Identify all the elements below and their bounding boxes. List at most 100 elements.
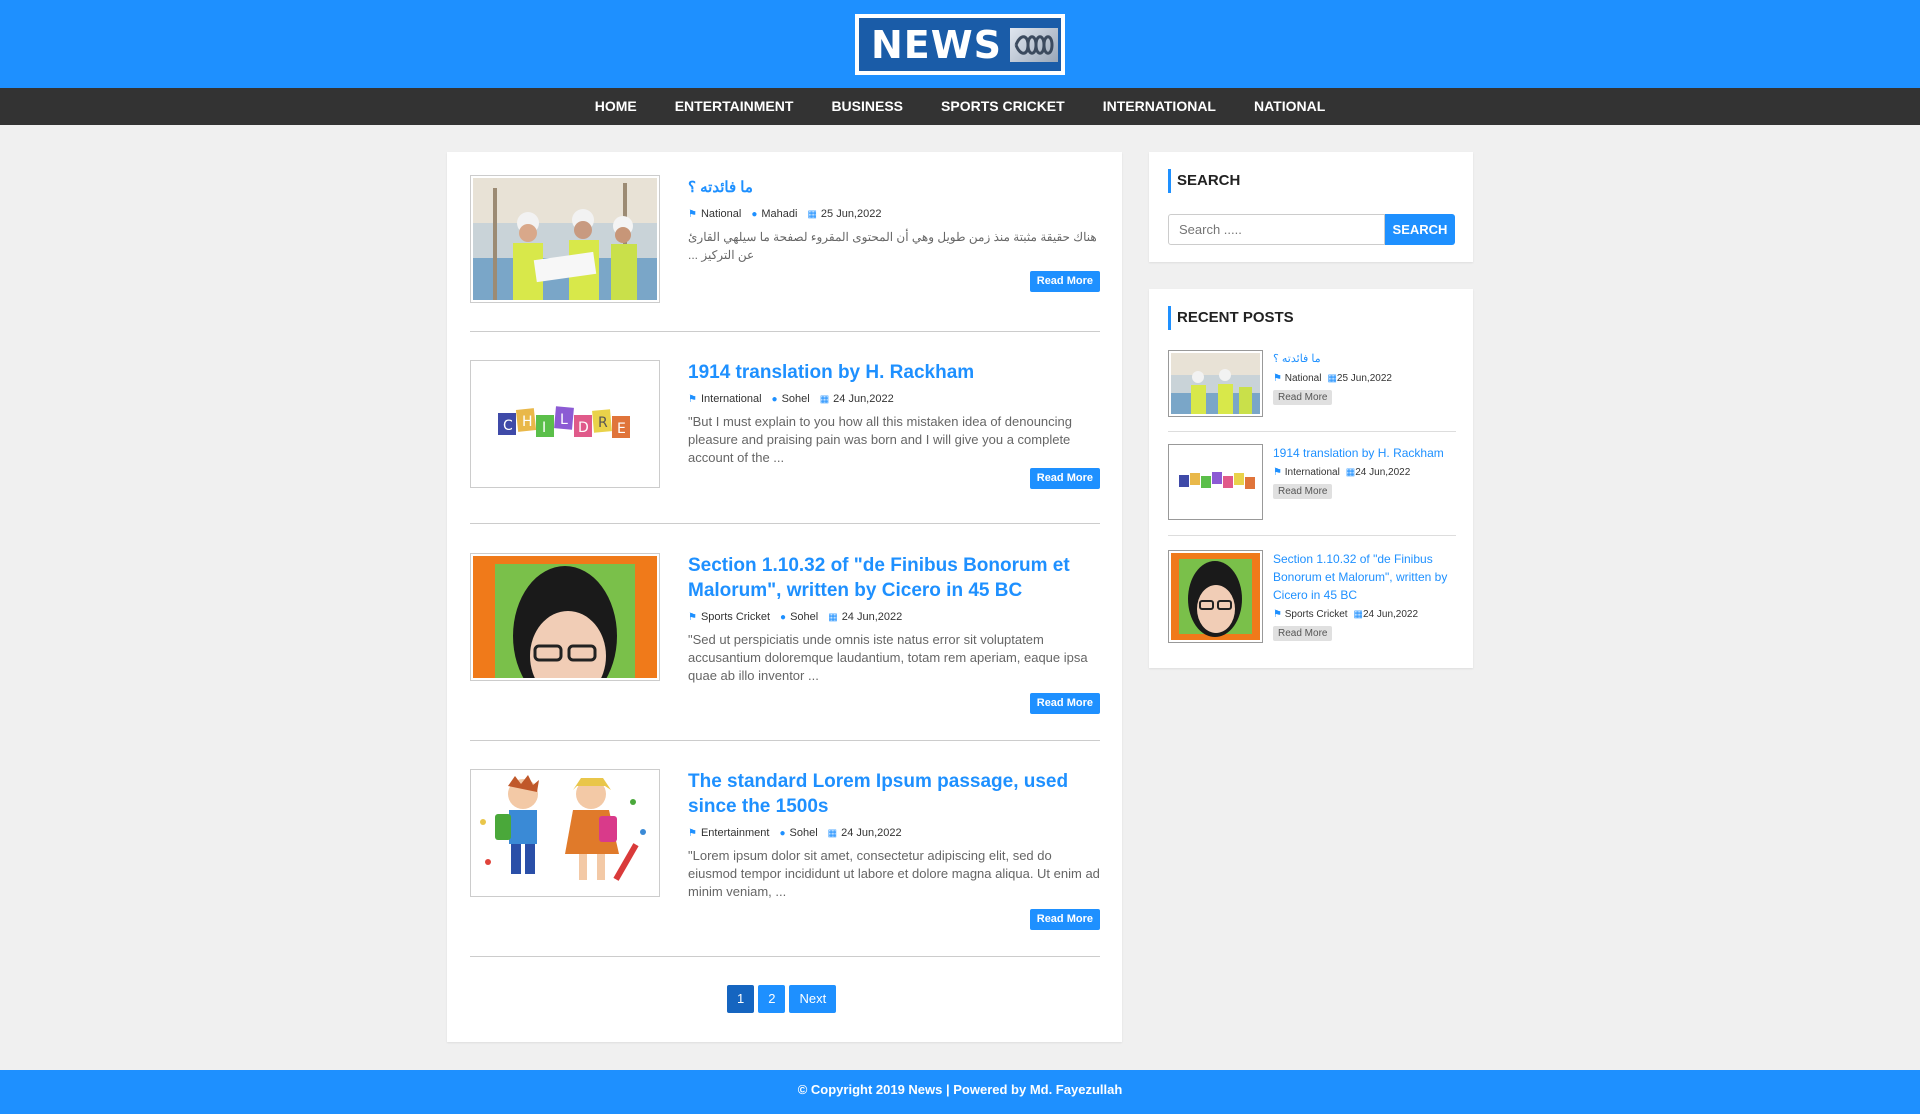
user-icon: ● — [780, 611, 787, 623]
post-title[interactable]: Section 1.10.32 of "de Finibus Bonorum e… — [688, 553, 1100, 603]
recent-post-item: 1914 translation by H. Rackham ⚑ Interna… — [1168, 444, 1456, 520]
svg-text:R: R — [598, 415, 608, 431]
post-thumbnail[interactable] — [470, 769, 660, 897]
read-more-button[interactable]: Read More — [1029, 693, 1100, 714]
post-meta: ⚑ Entertainment ● Sohel ▦ 24 Jun,2022 — [688, 827, 1100, 839]
recent-post-date: ▦24 Jun,2022 — [1354, 609, 1419, 620]
recent-read-more-button[interactable]: Read More — [1273, 626, 1333, 641]
post-author: ● Sohel — [772, 393, 810, 405]
tag-icon: ⚑ — [688, 827, 697, 839]
search-button[interactable]: SEARCH — [1385, 214, 1455, 245]
recent-category-label: National — [1284, 373, 1322, 384]
recent-post-date: ▦24 Jun,2022 — [1346, 467, 1411, 478]
calendar-icon: ▦ — [1345, 467, 1356, 478]
post-excerpt: هناك حقيقة مثبتة منذ زمن طويل وهي أن الم… — [688, 230, 1097, 262]
post-meta: ⚑ International ● Sohel ▦ 24 Jun,2022 — [688, 393, 1100, 405]
girl-portrait-image — [1171, 553, 1260, 640]
recent-post-title[interactable]: 1914 translation by H. Rackham — [1273, 444, 1456, 462]
children-letters-image — [1171, 447, 1260, 517]
post-thumbnail[interactable] — [470, 553, 660, 681]
tag-icon: ⚑ — [1273, 467, 1282, 478]
post-meta: ⚑ Sports Cricket ● Sohel ▦ 24 Jun,2022 — [688, 611, 1100, 623]
post-body: 1914 translation by H. Rackham ⚑ Internat… — [688, 360, 1100, 467]
nav-item-home[interactable]: HOME — [576, 88, 656, 125]
post-author: ● Mahadi — [751, 208, 797, 220]
calendar-icon: ▦ — [828, 611, 838, 623]
user-icon: ● — [751, 208, 758, 220]
post-category-label: International — [700, 393, 762, 405]
nav-item-entertainment[interactable]: ENTERTAINMENT — [656, 88, 813, 125]
post-item: ما فائدته ؟ ⚑ National ● Mahadi ▦ 25 Jun,20… — [470, 175, 1100, 305]
recent-post-meta: ⚑ International ▦24 Jun,2022 — [1273, 467, 1456, 478]
post-category[interactable]: ⚑ National — [688, 208, 741, 220]
calendar-icon: ▦ — [1327, 373, 1337, 384]
post-date-label: 24 Jun,2022 — [833, 393, 894, 405]
post-author-label: Sohel — [790, 611, 819, 623]
svg-text:C: C — [503, 418, 513, 434]
user-icon: ● — [779, 827, 786, 839]
recent-post-category[interactable]: ⚑ International — [1273, 467, 1340, 478]
post-excerpt: "Lorem ipsum dolor sit amet, consectetur… — [688, 848, 1100, 899]
recent-post-thumbnail[interactable] — [1168, 350, 1263, 417]
recent-post-title[interactable]: ما فائدته ؟ — [1273, 350, 1456, 368]
recent-date-label: 24 Jun,2022 — [1363, 609, 1419, 620]
footer-copyright: © Copyright 2019 News | Powered by Md. F… — [797, 1082, 1123, 1097]
recent-post-thumbnail[interactable] — [1168, 550, 1263, 643]
recent-post-category[interactable]: ⚑ National — [1273, 373, 1321, 384]
recent-post-date: ▦25 Jun,2022 — [1327, 373, 1392, 384]
recent-post-item: Section 1.10.32 of "de Finibus Bonorum e… — [1168, 550, 1456, 643]
svg-text:I: I — [542, 420, 546, 436]
post-thumbnail[interactable] — [470, 175, 660, 303]
site-logo[interactable]: NEWS — [855, 14, 1065, 75]
abc-logo-icon — [1010, 27, 1059, 62]
read-more-button[interactable]: Read More — [1029, 468, 1100, 489]
post-title[interactable]: ما فائدته ؟ — [688, 175, 1100, 200]
post-category[interactable]: ⚑ Sports Cricket — [688, 611, 770, 623]
recent-post-meta: ⚑ Sports Cricket ▦24 Jun,2022 — [1273, 609, 1456, 620]
tag-icon: ⚑ — [1273, 609, 1282, 620]
post-title[interactable]: The standard Lorem Ipsum passage, used s… — [688, 769, 1100, 819]
recent-divider — [1168, 535, 1456, 536]
post-divider — [470, 523, 1100, 524]
page-2-button[interactable]: 2 — [758, 985, 786, 1013]
recent-posts-widget: RECENT POSTS ما فائدته ؟ ⚑ National ▦25 … — [1149, 289, 1473, 668]
nav-item-national[interactable]: NATIONAL — [1235, 88, 1344, 125]
recent-post-body: 1914 translation by H. Rackham ⚑ Interna… — [1273, 444, 1456, 499]
post-author-label: Mahadi — [761, 208, 798, 220]
tag-icon: ⚑ — [688, 208, 697, 220]
recent-post-title[interactable]: Section 1.10.32 of "de Finibus Bonorum e… — [1273, 550, 1456, 604]
post-author-label: Sohel — [781, 393, 810, 405]
search-input[interactable] — [1168, 214, 1385, 245]
recent-post-category[interactable]: ⚑ Sports Cricket — [1273, 609, 1348, 620]
pagination: 1 2 Next — [727, 985, 837, 1013]
recent-read-more-button[interactable]: Read More — [1273, 390, 1333, 405]
logo-box: NEWS — [859, 18, 1061, 71]
read-more-button[interactable]: Read More — [1029, 271, 1100, 292]
nav-item-international[interactable]: INTERNATIONAL — [1084, 88, 1235, 125]
post-author: ● Sohel — [779, 827, 817, 839]
nav-item-sports-cricket[interactable]: SPORTS CRICKET — [922, 88, 1084, 125]
post-title[interactable]: 1914 translation by H. Rackham — [688, 360, 1100, 385]
next-page-button[interactable]: Next — [789, 985, 837, 1013]
recent-post-thumbnail[interactable] — [1168, 444, 1263, 520]
recent-category-label: Sports Cricket — [1284, 609, 1348, 620]
post-thumbnail[interactable]: C H I L D R E — [470, 360, 660, 488]
cartoon-kids-image — [473, 772, 657, 894]
recent-read-more-button[interactable]: Read More — [1273, 484, 1333, 499]
main-nav: HOME ENTERTAINMENT BUSINESS SPORTS CRICK… — [0, 88, 1920, 125]
post-meta: ⚑ National ● Mahadi ▦ 25 Jun,2022 — [688, 208, 1100, 220]
recent-post-body: ما فائدته ؟ ⚑ National ▦25 Jun,2022 Read… — [1273, 350, 1456, 405]
read-more-button[interactable]: Read More — [1029, 909, 1100, 930]
post-category-label: Entertainment — [700, 827, 770, 839]
post-category[interactable]: ⚑ Entertainment — [688, 827, 769, 839]
construction-workers-image — [1171, 353, 1260, 414]
nav-list: HOME ENTERTAINMENT BUSINESS SPORTS CRICK… — [0, 88, 1920, 125]
recent-date-label: 24 Jun,2022 — [1355, 467, 1411, 478]
nav-item-business[interactable]: BUSINESS — [812, 88, 922, 125]
recent-date-label: 25 Jun,2022 — [1336, 373, 1392, 384]
svg-text:L: L — [560, 412, 568, 428]
post-author: ● Sohel — [780, 611, 818, 623]
post-category[interactable]: ⚑ International — [688, 393, 762, 405]
page-1-button[interactable]: 1 — [727, 985, 755, 1013]
post-date: ▦ 25 Jun,2022 — [807, 208, 881, 220]
